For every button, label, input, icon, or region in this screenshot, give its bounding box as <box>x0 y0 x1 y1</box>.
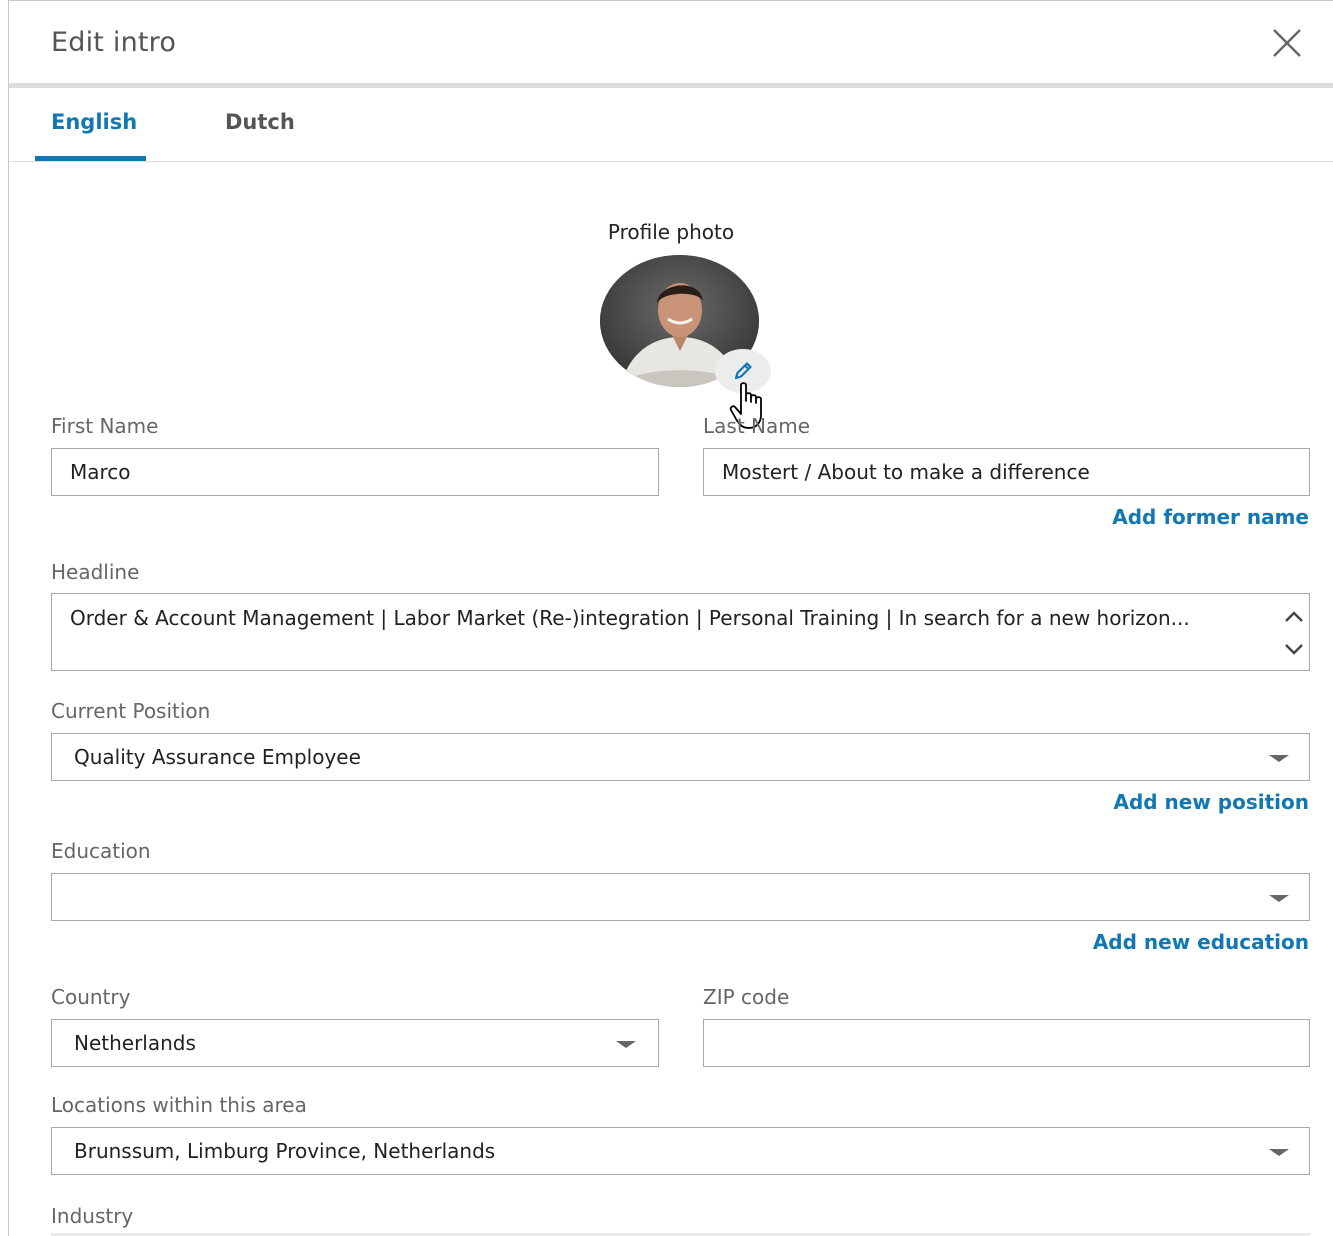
caret-down-icon <box>1269 895 1289 902</box>
language-tabs: English Dutch <box>9 88 1333 162</box>
headline-label: Headline <box>51 560 140 584</box>
add-new-education-link[interactable]: Add new education <box>1093 930 1309 954</box>
edit-intro-modal: Edit intro English Dutch Profile photo F… <box>8 0 1333 1236</box>
caret-down-icon <box>1269 1149 1289 1156</box>
pencil-icon <box>734 362 752 380</box>
last-name-input[interactable]: Mostert / About to make a difference <box>703 448 1310 496</box>
tab-dutch[interactable]: Dutch <box>225 110 295 134</box>
locations-value: Brunssum, Limburg Province, Netherlands <box>74 1139 496 1163</box>
country-select[interactable]: Netherlands <box>51 1019 659 1067</box>
chevron-down-icon[interactable] <box>1281 636 1307 662</box>
close-button[interactable] <box>1271 27 1303 59</box>
add-former-name-link[interactable]: Add former name <box>1112 505 1309 529</box>
first-name-label: First Name <box>51 414 159 438</box>
modal-header: Edit intro <box>9 1 1333 88</box>
current-position-label: Current Position <box>51 699 211 723</box>
country-value: Netherlands <box>74 1031 196 1055</box>
zip-code-label: ZIP code <box>703 985 790 1009</box>
current-position-value: Quality Assurance Employee <box>74 745 361 769</box>
education-label: Education <box>51 839 151 863</box>
add-new-position-link[interactable]: Add new position <box>1113 790 1309 814</box>
headline-text: Order & Account Management | Labor Marke… <box>70 606 1190 630</box>
headline-textarea[interactable]: Order & Account Management | Labor Marke… <box>51 593 1310 671</box>
caret-down-icon <box>616 1041 636 1048</box>
zip-code-input[interactable] <box>703 1019 1310 1067</box>
first-name-input[interactable]: Marco <box>51 448 659 496</box>
industry-label: Industry <box>51 1204 134 1228</box>
locations-select[interactable]: Brunssum, Limburg Province, Netherlands <box>51 1127 1310 1175</box>
caret-down-icon <box>1269 755 1289 762</box>
country-label: Country <box>51 985 131 1009</box>
last-name-label: Last Name <box>703 414 811 438</box>
modal-title: Edit intro <box>51 27 177 58</box>
close-icon <box>1273 29 1301 57</box>
education-select[interactable] <box>51 873 1310 921</box>
tab-english[interactable]: English <box>51 110 137 134</box>
locations-label: Locations within this area <box>51 1093 307 1117</box>
profile-photo-label: Profile photo <box>607 220 735 244</box>
chevron-up-icon[interactable] <box>1281 604 1307 630</box>
active-tab-indicator <box>35 156 146 161</box>
current-position-select[interactable]: Quality Assurance Employee <box>51 733 1310 781</box>
